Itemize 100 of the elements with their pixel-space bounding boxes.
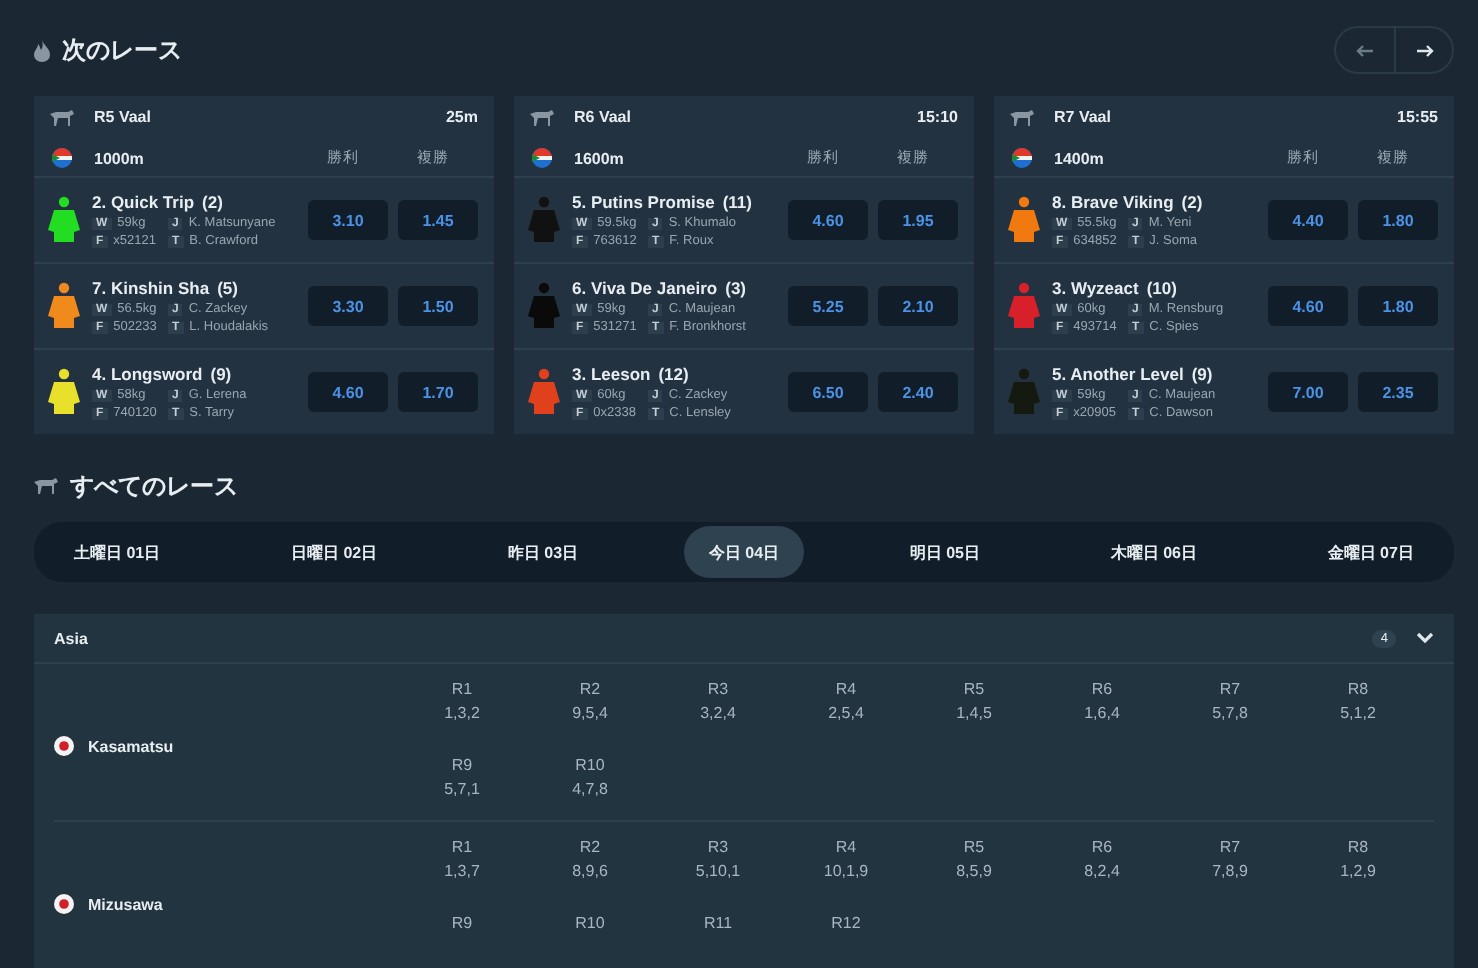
race-result: 9,5,4	[572, 704, 608, 722]
odds-button[interactable]: 3.10	[308, 200, 388, 240]
race-distance: 1600m	[574, 149, 626, 167]
runner-name: 3. Leeson	[572, 364, 651, 384]
draw-number: (11)	[722, 192, 752, 212]
horse-icon	[50, 109, 74, 125]
odds-button[interactable]: 4.40	[1268, 200, 1348, 240]
odds-button[interactable]: 3.30	[308, 286, 388, 326]
date-tab[interactable]: 昨日 03日	[483, 526, 603, 578]
draw-number: (12)	[658, 364, 689, 384]
region-name: Asia	[54, 629, 90, 647]
section-title: 次のレース	[62, 33, 182, 67]
race-link[interactable]: R9	[451, 914, 473, 932]
track-name: Kasamatsu	[88, 737, 174, 755]
odds-button[interactable]: 1.50	[398, 286, 478, 326]
odds-button[interactable]: 2.10	[878, 286, 958, 326]
race-result: 4,7,8	[572, 780, 608, 798]
date-tab[interactable]: 金曜日 07日	[1303, 526, 1438, 578]
odds-button[interactable]: 4.60	[1268, 286, 1348, 326]
odds-button[interactable]: 7.00	[1268, 372, 1348, 412]
date-tab[interactable]: 木曜日 06日	[1086, 526, 1221, 578]
runner-name: 5. Putins Promise	[572, 192, 715, 212]
race-link[interactable]: R3	[707, 838, 729, 856]
race-result: 10,1,9	[823, 862, 869, 880]
draw-number: (2)	[1181, 192, 1203, 212]
race-link[interactable]: R3	[707, 680, 729, 698]
race-result: 3,2,4	[700, 704, 736, 722]
runner-name: 4. Longsword	[92, 364, 203, 384]
odds-button[interactable]: 1.70	[398, 372, 478, 412]
flag-icon	[50, 148, 74, 168]
race-result: 2,5,4	[828, 704, 864, 722]
odds-button[interactable]: 5.25	[788, 286, 868, 326]
odds-button[interactable]: 2.35	[1358, 372, 1438, 412]
race-link[interactable]: R10	[575, 756, 605, 774]
race-link[interactable]: R12	[831, 914, 861, 932]
race-result: 8,2,4	[1084, 862, 1120, 880]
runner-name: 5. Another Level	[1052, 364, 1184, 384]
flag-icon	[54, 894, 74, 914]
date-tab[interactable]: 明日 05日	[885, 526, 1004, 578]
chevron-icon[interactable]	[1416, 632, 1434, 644]
race-link[interactable]: R4	[835, 838, 857, 856]
draw-number: (3)	[725, 278, 746, 298]
race-link[interactable]: R10	[575, 914, 605, 932]
runner-name: 2. Quick Trip	[92, 192, 195, 212]
odds-button[interactable]: 1.80	[1358, 200, 1438, 240]
race-link[interactable]: R2	[579, 838, 601, 856]
race-link[interactable]: R6	[1091, 838, 1113, 856]
race-link[interactable]: R8	[1347, 838, 1369, 856]
race-link[interactable]: R7	[1219, 838, 1241, 856]
race-link[interactable]: R8	[1347, 680, 1369, 698]
race-result: 1,2,9	[1340, 862, 1376, 880]
race-result: 8,5,9	[956, 862, 992, 880]
date-tab[interactable]: 今日 04日	[684, 526, 804, 578]
odds-button[interactable]: 1.80	[1358, 286, 1438, 326]
race-time: 25m	[445, 108, 478, 126]
odds-button[interactable]: 1.95	[878, 200, 958, 240]
race-time: 15:55	[1397, 108, 1438, 126]
race-link[interactable]: R4	[835, 680, 857, 698]
date-tab[interactable]: 土曜日 01日	[50, 526, 185, 578]
draw-number: (9)	[210, 364, 232, 384]
odds-button[interactable]: 6.50	[788, 372, 868, 412]
runner-name: 7. Kinshin Sha	[92, 278, 210, 298]
odds-button[interactable]: 1.45	[398, 200, 478, 240]
section-title: すべてのレース	[70, 469, 238, 503]
date-tab[interactable]: 日曜日 02日	[266, 526, 402, 578]
race-link[interactable]: R7	[1219, 680, 1241, 698]
draw-number: (10)	[1146, 278, 1177, 298]
race-name: R6 Vaal	[574, 108, 633, 126]
race-result: 1,6,4	[1084, 704, 1120, 722]
race-name: R7 Vaal	[1054, 108, 1113, 126]
race-result: 7,8,9	[1212, 862, 1248, 880]
race-link[interactable]: R2	[579, 680, 601, 698]
race-link[interactable]: R9	[451, 756, 473, 774]
race-result: 1,3,2	[444, 704, 480, 722]
odds-button[interactable]: 4.60	[788, 200, 868, 240]
race-result: 5,7,1	[444, 780, 480, 798]
track-name: Mizusawa	[88, 895, 163, 913]
odds-button[interactable]: 2.40	[878, 372, 958, 412]
race-distance: 1400m	[1054, 149, 1106, 167]
race-link[interactable]: R11	[703, 914, 733, 932]
draw-number: (5)	[217, 278, 238, 298]
race-time: 15:10	[917, 108, 958, 126]
horse-icon	[34, 478, 58, 494]
horse-icon	[1010, 109, 1034, 125]
runner-name: 3. Wyzeact	[1052, 278, 1139, 298]
race-link[interactable]: R1	[451, 838, 473, 856]
race-result: 8,9,6	[572, 862, 608, 880]
race-name: R5 Vaal	[94, 108, 153, 126]
right-arrow-icon	[1415, 43, 1433, 57]
flag-icon	[530, 148, 554, 168]
horse-icon	[530, 109, 554, 125]
flame-icon	[34, 39, 50, 61]
odds-button[interactable]: 4.60	[308, 372, 388, 412]
race-link[interactable]: R5	[963, 838, 985, 856]
race-link[interactable]: R5	[963, 680, 985, 698]
flag-icon	[1010, 148, 1034, 168]
race-link[interactable]: R6	[1091, 680, 1113, 698]
race-result: 1,3,7	[444, 862, 480, 880]
race-distance: 1000m	[94, 149, 146, 167]
race-link[interactable]: R1	[451, 680, 473, 698]
